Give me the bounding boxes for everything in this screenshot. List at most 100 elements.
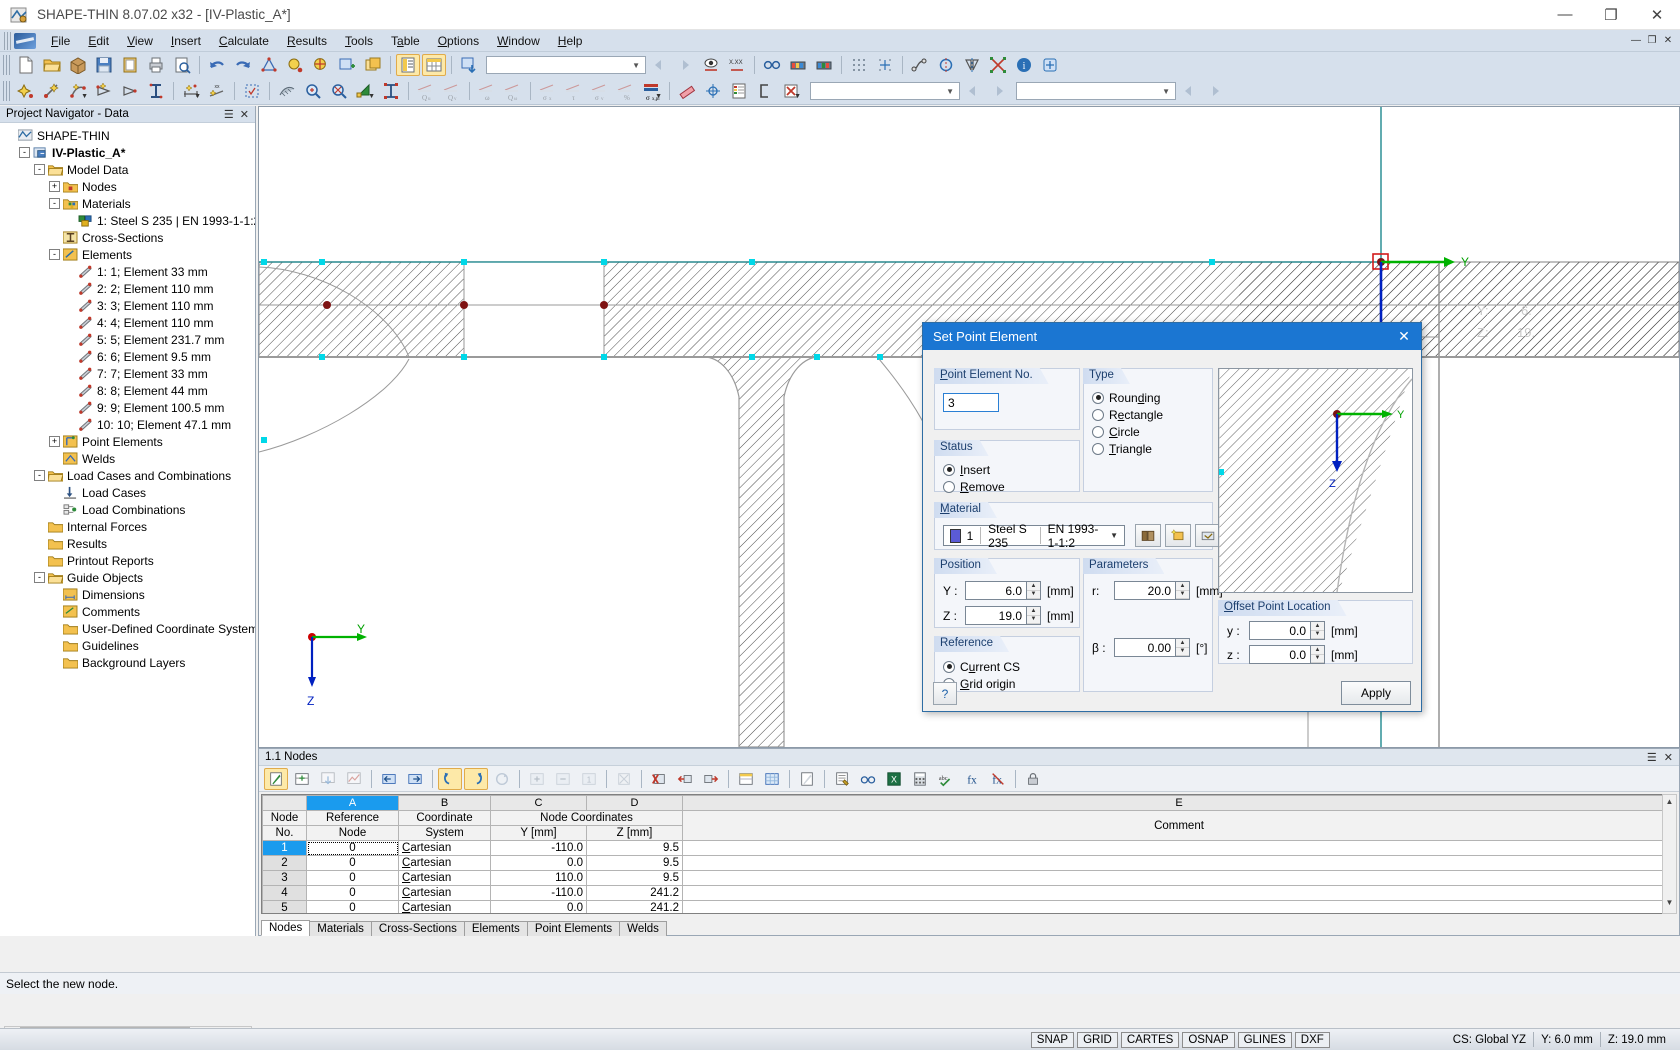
load-case-combo[interactable]: ▼ xyxy=(1016,82,1176,100)
qv-icon[interactable]: Qv xyxy=(440,80,464,102)
table-redo-icon[interactable] xyxy=(464,768,488,790)
shift-row-left-icon[interactable] xyxy=(673,768,697,790)
zoom-out-icon[interactable] xyxy=(327,80,351,102)
spinner-down-icon[interactable]: ▼ xyxy=(1176,648,1189,657)
table-row[interactable]: 10Cartesian-110.09.5 xyxy=(263,841,1676,856)
collapse-icon[interactable]: - xyxy=(34,470,45,481)
status-option-insert[interactable]: Insert xyxy=(943,461,1005,478)
set-node-icon[interactable] xyxy=(14,80,38,102)
apply-button[interactable]: Apply xyxy=(1341,681,1411,705)
status-toggle-glines[interactable]: GLINES xyxy=(1238,1032,1292,1048)
mdi-minimize-button[interactable]: — xyxy=(1628,33,1644,49)
menu-item-calculate[interactable]: Calculate xyxy=(210,32,278,50)
tree-item[interactable]: 6: 6; Element 9.5 mm xyxy=(4,348,255,365)
sigma-x-pl-icon[interactable]: σx,pl ▼ xyxy=(640,80,664,102)
delete-results-icon[interactable]: ▼ xyxy=(779,80,803,102)
tree-item[interactable]: 9: 9; Element 100.5 mm xyxy=(4,399,255,416)
y-coordinate-cell[interactable]: -110.0 xyxy=(491,886,587,901)
tree-item[interactable]: 10: 10; Element 47.1 mm xyxy=(4,416,255,433)
row-number-cell[interactable]: 4 xyxy=(263,886,307,901)
q-omega-icon[interactable]: Qω xyxy=(501,80,525,102)
import-icon[interactable] xyxy=(457,54,481,76)
close-button[interactable]: ✕ xyxy=(1634,0,1680,30)
collapse-icon[interactable]: - xyxy=(34,572,45,583)
tau-icon[interactable]: τ xyxy=(562,80,586,102)
table-row[interactable]: 30Cartesian110.09.5 xyxy=(263,871,1676,886)
spinner-up-icon[interactable]: ▲ xyxy=(1027,607,1040,616)
tree-item[interactable]: +Point Elements xyxy=(4,433,255,450)
tree-item[interactable]: Load Combinations xyxy=(4,501,255,518)
tree-item[interactable]: 5: 5; Element 231.7 mm xyxy=(4,331,255,348)
move-right-icon[interactable] xyxy=(403,768,427,790)
print-icon[interactable] xyxy=(144,54,168,76)
menu-item-file[interactable]: File xyxy=(42,32,79,50)
legend-icon[interactable] xyxy=(727,80,751,102)
y-coordinate-cell[interactable]: 0.0 xyxy=(491,901,587,915)
tree-item[interactable]: 8: 8; Element 44 mm xyxy=(4,382,255,399)
sheet-tab-elements[interactable]: Elements xyxy=(464,921,528,936)
menu-item-insert[interactable]: Insert xyxy=(162,32,210,50)
column-header-c[interactable]: C xyxy=(491,796,587,811)
status-toggle-cartes[interactable]: CARTES xyxy=(1121,1032,1179,1048)
point-element-icon[interactable] xyxy=(379,80,403,102)
status-toggle-osnap[interactable]: OSNAP xyxy=(1182,1032,1234,1048)
pin-icon[interactable]: ☰ xyxy=(1647,751,1657,764)
tree-item[interactable]: Cross-Sections xyxy=(4,229,255,246)
z-coordinate-cell[interactable]: 9.5 xyxy=(587,856,683,871)
y-coordinate-cell[interactable]: 0.0 xyxy=(491,856,587,871)
scroll-down-icon[interactable]: ▼ xyxy=(1663,896,1676,909)
sigma-x-icon[interactable]: σx xyxy=(536,80,560,102)
table-view-icon[interactable] xyxy=(760,768,784,790)
column-header-a[interactable]: A xyxy=(307,796,399,811)
maximize-button[interactable]: ❐ xyxy=(1588,0,1634,30)
new-file-icon[interactable] xyxy=(14,54,38,76)
table-row[interactable]: 20Cartesian0.09.5 xyxy=(263,856,1676,871)
row-number-cell[interactable]: 3 xyxy=(263,871,307,886)
status-toggle-grid[interactable]: GRID xyxy=(1077,1032,1118,1048)
table-chart-icon[interactable] xyxy=(342,768,366,790)
tree-item[interactable]: -Model Data xyxy=(4,161,255,178)
coordinate-system-cell[interactable]: Cartesian xyxy=(399,871,491,886)
set-element-icon[interactable] xyxy=(92,80,116,102)
render-a-icon[interactable] xyxy=(786,54,810,76)
tree-item[interactable]: 2: 2; Element 110 mm xyxy=(4,280,255,297)
abc-check-icon[interactable]: abc xyxy=(934,768,958,790)
view-combo[interactable]: ▼ xyxy=(486,56,646,74)
spinner-down-icon[interactable]: ▼ xyxy=(1311,631,1324,640)
parameters-input[interactable]: 20.0 xyxy=(1114,581,1176,600)
spinner-up-icon[interactable]: ▲ xyxy=(1176,582,1189,591)
tree-item[interactable]: 4: 4; Element 110 mm xyxy=(4,314,255,331)
table-row[interactable]: 50Cartesian0.0241.2 xyxy=(263,901,1676,915)
row-number-cell[interactable]: 5 xyxy=(263,901,307,915)
type-option-rectangle[interactable]: Rectangle xyxy=(1092,406,1163,423)
tree-item[interactable]: Comments xyxy=(4,603,255,620)
effective-section-icon[interactable] xyxy=(309,54,333,76)
status-option-remove[interactable]: Remove xyxy=(943,478,1005,495)
shift-row-right-icon[interactable] xyxy=(699,768,723,790)
shade-icon[interactable]: ▼ xyxy=(353,80,377,102)
pin-icon[interactable]: ☰ xyxy=(224,108,234,121)
set-load-xx-icon[interactable]: xx xyxy=(205,80,229,102)
print-preview-icon[interactable] xyxy=(170,54,194,76)
clipboard-icon[interactable] xyxy=(118,54,142,76)
row-number-cell[interactable]: 2 xyxy=(263,856,307,871)
reference-node-cell[interactable]: 0 xyxy=(307,856,399,871)
tree-item[interactable]: -Load Cases and Combinations xyxy=(4,467,255,484)
sheet-tab-nodes[interactable]: Nodes xyxy=(261,920,310,936)
export-excel-icon[interactable]: X xyxy=(882,768,906,790)
glasses-icon[interactable] xyxy=(760,54,784,76)
table-edit-icon[interactable] xyxy=(264,768,288,790)
move-icon[interactable] xyxy=(1038,54,1062,76)
material-combo[interactable]: 1 Steel S 235 EN 1993-1-1:2 ▼ xyxy=(943,525,1125,546)
qu-icon[interactable]: Qu xyxy=(414,80,438,102)
tree-item[interactable]: Background Layers xyxy=(4,654,255,671)
tree-item[interactable]: -Guide Objects xyxy=(4,569,255,586)
reference-node-cell[interactable]: 0 xyxy=(307,901,399,915)
move-left-icon[interactable] xyxy=(377,768,401,790)
show-grid-table-icon[interactable] xyxy=(422,54,446,76)
reference-option-current-cs[interactable]: Current CS xyxy=(943,658,1020,675)
menu-item-tools[interactable]: Tools xyxy=(336,32,382,50)
mesh-icon[interactable] xyxy=(275,80,299,102)
info-icon[interactable]: i xyxy=(1012,54,1036,76)
selection-window-icon[interactable] xyxy=(240,80,264,102)
